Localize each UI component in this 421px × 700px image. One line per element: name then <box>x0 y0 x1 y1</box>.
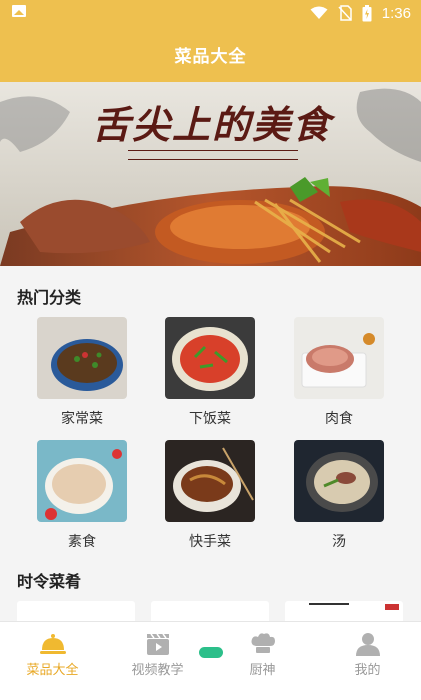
category-soup[interactable]: 汤 <box>294 440 384 551</box>
rice-dishes-image <box>165 317 255 399</box>
seasonal-card[interactable] <box>151 601 269 621</box>
user-icon <box>356 633 380 656</box>
tab-dishes[interactable]: 菜品大全 <box>0 622 105 700</box>
category-label: 素食 <box>68 534 96 550</box>
category-label: 家常菜 <box>61 411 103 427</box>
tab-label: 我的 <box>354 663 381 678</box>
seasonal-list <box>0 601 421 621</box>
hot-categories-title: 热门分类 <box>17 288 82 307</box>
category-label: 肉食 <box>325 411 353 427</box>
tab-video[interactable]: 视频教学 <box>105 622 210 700</box>
tab-label: 厨神 <box>249 663 276 678</box>
category-label: 快手菜 <box>189 534 231 550</box>
category-label: 汤 <box>332 534 346 550</box>
bottom-tab-bar: 菜品大全 视频教学 厨神 我的 <box>0 621 421 700</box>
category-label: 下饭菜 <box>189 411 231 427</box>
seasonal-card[interactable] <box>17 601 135 621</box>
cloche-icon <box>40 634 66 654</box>
clapperboard-icon <box>147 633 169 655</box>
seasonal-card-decoration <box>309 603 349 605</box>
seasonal-card[interactable] <box>285 601 403 621</box>
wifi-icon <box>310 6 328 19</box>
tab-chef[interactable]: 厨神 <box>210 622 315 700</box>
gesture-home-indicator[interactable] <box>199 647 223 658</box>
status-bar: 1:36 <box>0 0 421 26</box>
home-cooking-image <box>37 317 127 399</box>
vegetarian-image <box>37 440 127 522</box>
no-sim-icon <box>338 5 352 21</box>
category-quick-dishes[interactable]: 快手菜 <box>165 440 255 551</box>
gallery-notification-icon <box>12 5 26 17</box>
seasonal-title: 时令菜肴 <box>17 572 82 591</box>
seasonal-card-tag <box>385 604 399 610</box>
page-title: 菜品大全 <box>174 46 247 67</box>
chef-hat-icon <box>251 633 275 653</box>
tab-profile[interactable]: 我的 <box>315 622 420 700</box>
category-rice-dishes[interactable]: 下饭菜 <box>165 317 255 428</box>
banner[interactable]: 舌尖上的美食 <box>0 82 421 266</box>
battery-icon <box>362 4 372 21</box>
meat-image <box>294 317 384 399</box>
banner-subtitle-bar <box>128 150 298 160</box>
category-meat[interactable]: 肉食 <box>294 317 384 428</box>
tab-label: 菜品大全 <box>26 663 79 678</box>
category-home-cooking[interactable]: 家常菜 <box>37 317 127 428</box>
tab-label: 视频教学 <box>131 663 184 678</box>
title-bar: 菜品大全 <box>0 26 421 82</box>
banner-headline: 舌尖上的美食 <box>91 102 332 147</box>
quick-dishes-image <box>165 440 255 522</box>
soup-image <box>294 440 384 522</box>
status-time: 1:36 <box>381 4 411 22</box>
category-vegetarian[interactable]: 素食 <box>37 440 127 551</box>
